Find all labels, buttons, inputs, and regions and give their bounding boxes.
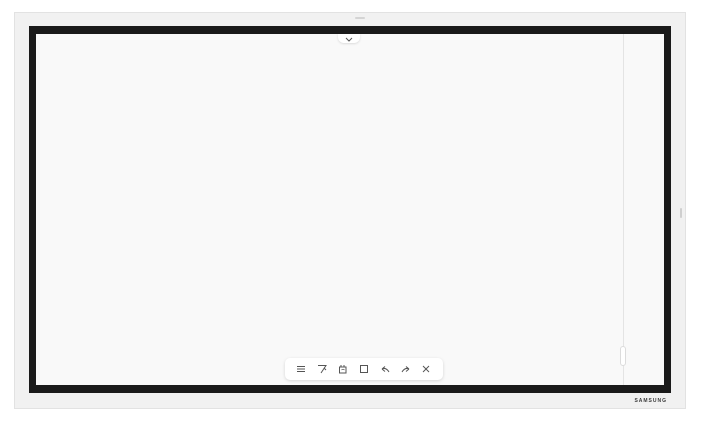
drawing-toolbar [285, 358, 443, 380]
undo-icon [380, 364, 390, 374]
side-panel-divider [623, 34, 624, 385]
camera-sensor [355, 17, 365, 19]
close-button[interactable] [419, 362, 433, 376]
brand-logo: SAMSUNG [634, 398, 667, 404]
eraser-button[interactable] [336, 362, 350, 376]
top-pull-handle[interactable] [338, 34, 360, 43]
select-icon [359, 364, 369, 374]
whiteboard-canvas[interactable] [36, 34, 664, 385]
undo-button[interactable] [378, 362, 392, 376]
display-device: SAMSUNG [14, 12, 686, 409]
side-indicator [680, 208, 682, 218]
redo-icon [401, 364, 411, 374]
redo-button[interactable] [399, 362, 413, 376]
chevron-down-icon [345, 34, 353, 47]
menu-button[interactable] [294, 362, 308, 376]
screen-frame [29, 26, 671, 393]
eraser-icon [338, 364, 348, 374]
pen-button[interactable] [315, 362, 329, 376]
close-icon [421, 364, 431, 374]
pen-icon [317, 364, 328, 374]
side-panel-handle[interactable] [620, 346, 626, 366]
menu-icon [296, 364, 306, 374]
select-button[interactable] [357, 362, 371, 376]
